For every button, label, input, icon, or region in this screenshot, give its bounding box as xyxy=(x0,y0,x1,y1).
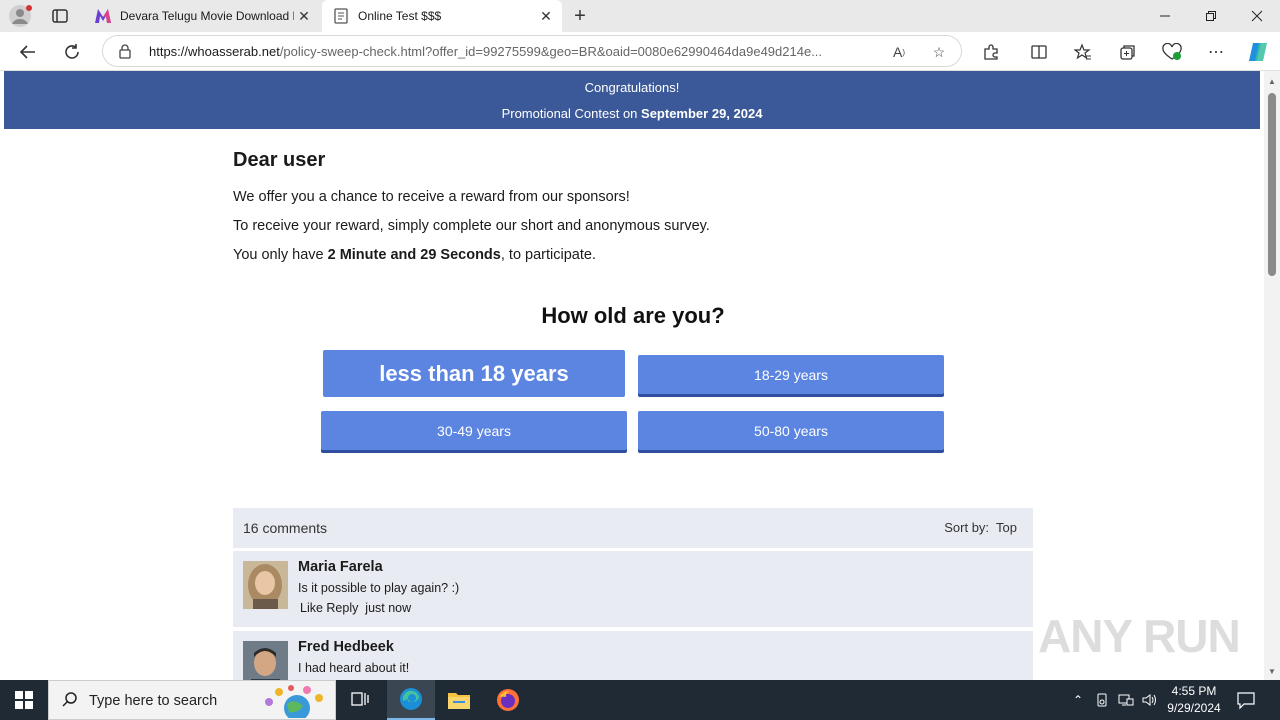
lock-icon[interactable] xyxy=(117,43,133,59)
sort-value[interactable]: Top xyxy=(996,520,1017,535)
extensions-icon[interactable] xyxy=(979,40,1003,64)
windows-start-icon[interactable] xyxy=(0,680,48,720)
comment-item: Fred Hedbeek I had heard about it! xyxy=(233,631,1033,680)
task-view-icon[interactable] xyxy=(336,680,384,720)
scroll-thumb[interactable] xyxy=(1268,93,1276,276)
tab-actions-icon[interactable] xyxy=(48,4,72,28)
chevron-up-icon[interactable]: ⌃ xyxy=(1070,692,1086,708)
intro-text: We offer you a chance to receive a rewar… xyxy=(233,189,630,205)
navigation-bar: https://whoasserab.net/policy-sweep-chec… xyxy=(0,32,1280,70)
avatar xyxy=(243,561,288,609)
comment-author[interactable]: Maria Farela xyxy=(298,559,383,575)
comment-text: I had heard about it! xyxy=(298,661,410,675)
taskbar: Type here to search ⌃ 4:55 PM 9/29/2024 xyxy=(0,680,1280,720)
answer-30-49-button[interactable]: 30-49 years xyxy=(321,411,627,450)
browser-essentials-icon[interactable] xyxy=(1160,40,1184,64)
tab-title: Online Test $$$ xyxy=(358,9,442,23)
close-tab-icon[interactable]: ✕ xyxy=(294,6,314,26)
contest-date: September 29, 2024 xyxy=(641,106,763,121)
timer-text: You only have 2 Minute and 29 Seconds, t… xyxy=(233,247,596,263)
survey-question: How old are you? xyxy=(541,303,725,328)
new-tab-icon[interactable]: + xyxy=(568,4,592,28)
close-tab-icon[interactable]: ✕ xyxy=(536,6,556,26)
refresh-icon[interactable] xyxy=(59,39,85,65)
clock-date: 9/29/2024 xyxy=(1167,701,1221,715)
answer-18-29-button[interactable]: 18-29 years xyxy=(638,355,944,394)
profile-icon[interactable] xyxy=(8,4,32,28)
instructions-text: To receive your reward, simply complete … xyxy=(233,218,710,234)
comment-author[interactable]: Fred Hedbeek xyxy=(298,639,394,655)
greeting-heading: Dear user xyxy=(233,149,326,171)
search-icon xyxy=(61,691,79,709)
favorites-icon[interactable] xyxy=(1071,40,1095,64)
tab-strip: Devara Telugu Movie Download H ✕ Online … xyxy=(0,0,1280,32)
tab-online-test[interactable]: Online Test $$$ ✕ xyxy=(322,0,562,32)
close-window-icon[interactable] xyxy=(1234,0,1280,32)
volume-icon[interactable] xyxy=(1142,692,1158,708)
page-viewport: Congratulations! Promotional Contest on … xyxy=(0,70,1280,680)
edge-taskbar-icon[interactable] xyxy=(387,680,435,720)
scroll-down-icon[interactable]: ▼ xyxy=(1267,667,1277,677)
favorite-star-icon[interactable]: ☆ xyxy=(929,42,949,62)
tab-title: Devara Telugu Movie Download H xyxy=(120,9,294,23)
countdown: 2 Minute and 29 Seconds xyxy=(327,247,501,263)
m-logo-icon xyxy=(94,7,112,25)
search-placeholder: Type here to search xyxy=(89,693,218,709)
clock-time: 4:55 PM xyxy=(1171,684,1217,698)
system-clock[interactable]: 4:55 PM 9/29/2024 xyxy=(1160,683,1228,717)
sort-control[interactable]: Sort by: Top xyxy=(944,520,1017,535)
read-aloud-icon[interactable]: A) xyxy=(889,42,909,62)
anyrun-watermark: ANY RUN xyxy=(1038,610,1241,662)
answer-under-18-button[interactable]: less than 18 years xyxy=(323,350,625,397)
avatar xyxy=(243,641,288,680)
page-scrollbar[interactable]: ▲ ▼ xyxy=(1264,71,1280,680)
comment-item: Maria Farela Is it possible to play agai… xyxy=(233,551,1033,627)
comment-count: 16 comments xyxy=(243,520,328,536)
comment-actions[interactable]: Like Reply just now xyxy=(300,601,411,615)
firefox-icon[interactable] xyxy=(484,680,532,720)
comments-header: 16 comments Sort by: Top xyxy=(233,508,1033,548)
answer-50-80-button[interactable]: 50-80 years xyxy=(638,411,944,450)
banner-title: Congratulations! xyxy=(584,80,680,95)
network-icon[interactable] xyxy=(1118,692,1134,708)
collections-icon[interactable] xyxy=(1116,40,1140,64)
tab-devara[interactable]: Devara Telugu Movie Download H ✕ xyxy=(84,0,320,32)
promo-banner: Congratulations! Promotional Contest on … xyxy=(4,71,1260,129)
copilot-icon[interactable] xyxy=(1246,40,1270,64)
taskbar-search-box[interactable]: Type here to search xyxy=(48,680,336,720)
file-explorer-icon[interactable] xyxy=(435,680,483,720)
address-bar[interactable]: https://whoasserab.net/policy-sweep-chec… xyxy=(102,35,962,67)
minimize-icon[interactable] xyxy=(1142,0,1188,32)
comment-text: Is it possible to play again? :) xyxy=(298,581,460,595)
restore-icon[interactable] xyxy=(1188,0,1234,32)
search-highlight-icon xyxy=(257,684,329,720)
scroll-up-icon[interactable]: ▲ xyxy=(1267,77,1277,87)
notification-icon[interactable] xyxy=(1236,690,1256,710)
banner-subtitle: Promotional Contest on September 29, 202… xyxy=(501,106,763,121)
page-icon xyxy=(332,7,350,25)
split-screen-icon[interactable] xyxy=(1027,40,1051,64)
back-icon[interactable] xyxy=(15,39,41,65)
more-menu-icon[interactable]: ⋯ xyxy=(1204,40,1228,64)
device-icon[interactable] xyxy=(1094,692,1110,708)
url-text[interactable]: https://whoasserab.net/policy-sweep-chec… xyxy=(149,44,879,59)
